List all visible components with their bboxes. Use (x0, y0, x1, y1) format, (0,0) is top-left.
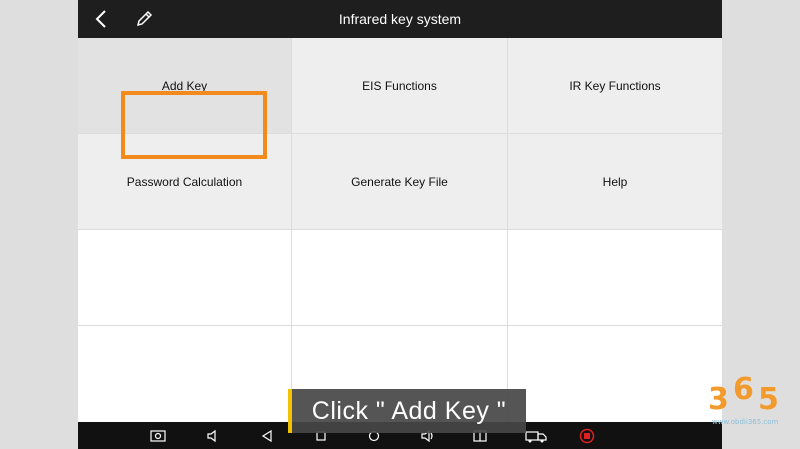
menu-item-label: IR Key Functions (569, 78, 661, 93)
device-screen: Infrared key system Add Key EIS Function… (78, 0, 722, 449)
menu-item-label: Password Calculation (126, 174, 243, 189)
record-icon[interactable] (579, 428, 595, 444)
tutorial-caption: Click " Add Key " (288, 389, 526, 433)
menu-item-label: Add Key (161, 78, 208, 93)
empty-cell (78, 230, 292, 326)
empty-cell (78, 326, 292, 422)
menu-item-label: Generate Key File (351, 174, 448, 189)
menu-item-help[interactable]: Help (508, 134, 722, 230)
menu-item-generate-key-file[interactable]: Generate Key File (292, 134, 508, 230)
letterbox-left (0, 0, 78, 449)
menu-item-password-calculation[interactable]: Password Calculation (78, 134, 292, 230)
logo-digit: 6 (733, 372, 754, 407)
back-triangle-icon[interactable] (259, 428, 275, 444)
logo-digit: 3 (708, 382, 729, 417)
truck-icon[interactable] (525, 428, 547, 444)
menu-item-ir-key-functions[interactable]: IR Key Functions (508, 38, 722, 134)
watermark-logo: 3 6 5 www.obdii365.com (706, 372, 786, 428)
menu-item-label: Help (602, 174, 628, 189)
logo-digit: 5 (758, 382, 779, 417)
empty-cell (508, 230, 722, 326)
empty-cell (292, 230, 508, 326)
empty-cell (508, 326, 722, 422)
volume-down-icon[interactable] (205, 428, 221, 444)
title-bar: Infrared key system (78, 0, 722, 38)
menu-item-add-key[interactable]: Add Key (78, 38, 292, 134)
menu-item-eis-functions[interactable]: EIS Functions (292, 38, 508, 134)
menu-item-label: EIS Functions (362, 78, 437, 93)
logo-url: www.obdii365.com (712, 418, 779, 426)
screenshot-icon[interactable] (150, 428, 166, 444)
page-title: Infrared key system (338, 11, 462, 27)
function-grid: Add Key EIS Functions IR Key Functions P… (78, 38, 722, 422)
